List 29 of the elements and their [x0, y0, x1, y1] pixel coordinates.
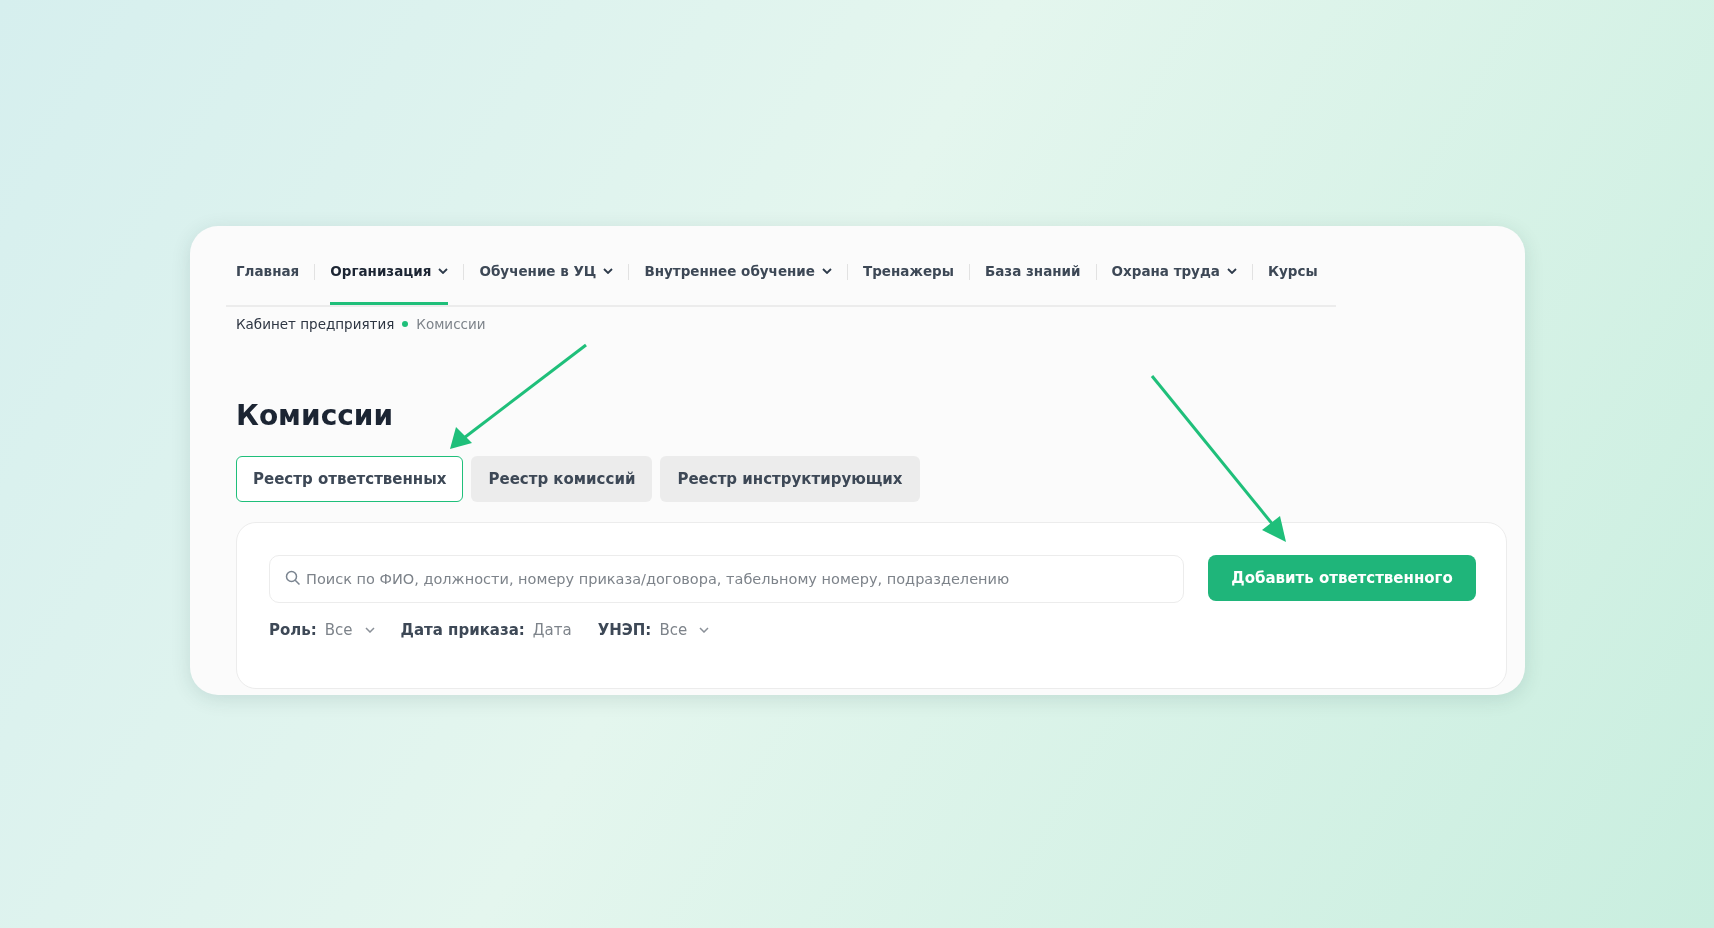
filter-label: Роль: — [269, 621, 317, 639]
chevron-down-icon — [822, 268, 832, 274]
filter-value[interactable]: Дата — [532, 621, 572, 639]
chevron-down-icon — [699, 627, 710, 633]
search-field[interactable]: Поиск по ФИО, должности, номеру приказа/договора, табельному номеру, подразделению — [269, 555, 1184, 603]
breadcrumb-link[interactable]: Кабинет предприятия — [236, 316, 395, 332]
nav-tab[interactable]: Тренажеры — [863, 240, 954, 305]
registry-tab[interactable]: Реестр ответственных — [236, 456, 464, 502]
nav-tab[interactable]: Обучение в УЦ — [479, 240, 614, 305]
nav-tab[interactable]: База знаний — [984, 240, 1081, 305]
nav-tab[interactable]: Организация — [330, 240, 449, 305]
registry-tab[interactable]: Реестр комиссий — [471, 456, 653, 502]
nav-tab[interactable]: Курсы — [1267, 240, 1318, 305]
nav-tab[interactable]: Внутреннее обучение — [644, 240, 832, 305]
filter-value[interactable]: Все — [324, 621, 375, 639]
chevron-down-icon — [603, 268, 614, 274]
filter-value[interactable]: Все — [659, 621, 710, 639]
search-icon — [285, 570, 301, 586]
chevron-down-icon — [1226, 268, 1237, 274]
chevron-down-icon — [438, 268, 449, 274]
chevron-down-icon — [364, 627, 375, 633]
breadcrumb-link[interactable]: Комиссии — [416, 316, 486, 332]
registry-tab[interactable]: Реестр инструктирующих — [660, 456, 920, 502]
breadcrumb-dot — [402, 321, 409, 327]
nav-tab[interactable]: Главная — [236, 240, 300, 305]
filter-label: Дата приказа: — [400, 621, 525, 639]
nav-tab[interactable]: Охрана труда — [1111, 240, 1237, 305]
page-title: Комиссии — [236, 399, 395, 432]
filter-label: УНЭП: — [597, 621, 652, 639]
